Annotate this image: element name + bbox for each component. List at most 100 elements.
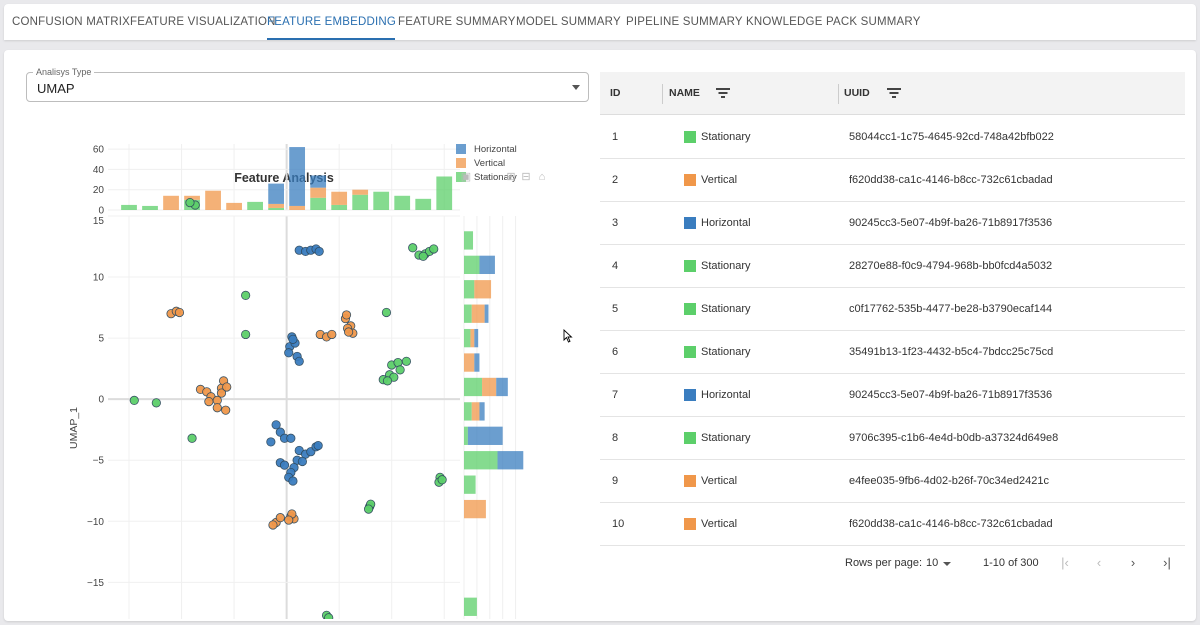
right-hist-bar — [464, 597, 477, 616]
top-hist-bar — [142, 205, 158, 210]
top-hist-bar — [352, 189, 369, 195]
table-row[interactable]: 7 Horizontal 90245cc3-5e07-4b9f-ba26-71b89… — [600, 374, 1185, 417]
rows-per-page-label: Rows per page: — [845, 557, 923, 569]
tab-feature-summary[interactable]: FEATURE SUMMARY — [398, 4, 515, 40]
right-hist-bar — [479, 402, 485, 421]
tab-feature-embedding[interactable]: FEATURE EMBEDDING — [267, 4, 396, 40]
table-row[interactable]: 3 Horizontal 90245cc3-5e07-4b9f-ba26-71b89… — [600, 202, 1185, 245]
tab-knowledge-pack-summary[interactable]: KNOWLEDGE PACK SUMMARY — [746, 4, 920, 40]
scatter-point — [313, 440, 323, 451]
right-hist-bar — [470, 328, 475, 348]
column-header-id[interactable]: ID — [610, 72, 621, 115]
row-name: Vertical — [701, 174, 738, 186]
tab-pipeline-summary[interactable]: PIPELINE SUMMARY — [626, 4, 743, 40]
row-uuid: 9706c395-c1b6-4e4d-b0db-a37324d649e8 — [849, 432, 1059, 444]
row-id: 10 — [612, 518, 625, 530]
row-id: 9 — [612, 475, 619, 487]
top-hist-bar — [310, 197, 327, 210]
scatter-point — [363, 504, 374, 514]
class-color-swatch — [684, 303, 696, 315]
tab-model-summary[interactable]: MODEL SUMMARY — [516, 4, 621, 40]
right-hist-bar — [482, 377, 497, 397]
right-hist-bar — [464, 451, 498, 470]
top-hist-bar — [415, 198, 432, 210]
scatter-point — [294, 356, 304, 366]
top-hist-bar — [352, 194, 369, 210]
row-uuid: f620dd38-ca1c-4146-b8cc-732c61cbadad — [849, 518, 1053, 530]
class-color-swatch — [684, 346, 696, 358]
row-name: Stationary — [701, 346, 751, 358]
filter-icon[interactable] — [887, 88, 901, 99]
right-hist-bar — [464, 304, 472, 323]
top-hist-bar — [121, 204, 137, 210]
scatter-point — [437, 475, 447, 485]
row-name: Vertical — [701, 518, 738, 530]
row-uuid: c0f17762-535b-4477-be28-b3790ecaf144 — [849, 303, 1053, 315]
scatter-point — [241, 290, 251, 300]
filter-icon[interactable] — [716, 88, 730, 99]
scatter-point — [275, 513, 285, 523]
column-separator — [838, 84, 839, 104]
table-row[interactable]: 2 Vertical f620dd38-ca1c-4146-b8cc-732c61c… — [600, 159, 1185, 202]
scatter-point — [288, 476, 298, 486]
table-row[interactable]: 4 Stationary 28270e88-f0c9-4794-968b-bb0fc… — [600, 245, 1185, 288]
scatter-point — [297, 456, 307, 467]
row-uuid: f620dd38-ca1c-4146-b8cc-732c61cbadad — [849, 174, 1053, 186]
caret-down-icon[interactable] — [943, 562, 951, 566]
class-color-swatch — [684, 131, 696, 143]
table-row[interactable]: 8 Stationary 9706c395-c1b6-4e4d-b0db-a3732… — [600, 417, 1185, 460]
y-tick-label: 15 — [93, 216, 105, 227]
zoom-icon[interactable]: ⌕ — [484, 171, 490, 183]
chart-svg[interactable]: Feature Analysis0204060010203040−15−10−5… — [26, 114, 589, 625]
right-hist-bar — [464, 328, 471, 348]
top-hist-tick-label: 60 — [93, 145, 105, 156]
row-uuid: e4fee035-9fb6-4d02-b26f-70c34ed2421c — [849, 475, 1049, 487]
top-hist-bar — [373, 191, 390, 210]
right-hist-bar — [471, 304, 485, 323]
top-hist-tick-label: 0 — [98, 206, 104, 217]
table-row[interactable]: 1 Stationary 58044cc1-1c75-4645-92cd-748a4… — [600, 116, 1185, 159]
scatter-point — [324, 613, 334, 623]
right-hist-bar — [479, 255, 495, 275]
table-row[interactable]: 6 Stationary 35491b13-1f23-4432-b5c4-7bdcc… — [600, 331, 1185, 374]
scatter-point — [204, 397, 214, 407]
top-hist-bar — [310, 175, 327, 188]
row-name: Stationary — [701, 131, 751, 143]
zoom-in-icon[interactable]: ⊞ — [506, 171, 515, 183]
feature-analysis-plot[interactable]: Feature Analysis0204060010203040−15−10−5… — [26, 114, 589, 625]
table-row[interactable]: 5 Stationary c0f17762-535b-4477-be28-b3790… — [600, 288, 1185, 331]
row-uuid: 28270e88-f0c9-4794-968b-bb0fcd4a5032 — [849, 260, 1053, 272]
top-hist-bar — [268, 203, 284, 208]
last-page-icon[interactable]: ›| — [1157, 553, 1177, 573]
camera-icon[interactable]: ▣ — [461, 171, 471, 183]
table-row[interactable]: 10 Vertical f620dd38-ca1c-4146-b8cc-732c61… — [600, 503, 1185, 546]
analysis-type-value: UMAP — [37, 81, 75, 96]
pagination-range: 1-10 of 300 — [983, 557, 1039, 569]
first-page-icon[interactable]: |‹ — [1055, 553, 1075, 573]
row-id: 5 — [612, 303, 619, 315]
tab-feature-visualization[interactable]: FEATURE VISUALIZATION — [130, 4, 275, 40]
scatter-point — [408, 243, 418, 253]
right-hist-bar — [471, 402, 480, 421]
previous-page-icon[interactable]: ‹ — [1089, 553, 1109, 573]
table-row[interactable]: 9 Vertical e4fee035-9fb6-4d02-b26f-70c34ed… — [600, 460, 1185, 503]
column-header-name[interactable]: NAME — [669, 72, 700, 115]
class-color-swatch — [684, 217, 696, 229]
y-tick-label: 0 — [98, 395, 104, 406]
home-icon[interactable]: ⌂ — [539, 171, 546, 183]
tab-confusion-matrix[interactable]: CONFUSION MATRIX — [12, 4, 130, 40]
zoom-out-icon[interactable]: ⊟ — [521, 171, 530, 183]
class-color-swatch — [684, 475, 696, 487]
class-color-swatch — [684, 174, 696, 186]
row-id: 3 — [612, 217, 619, 229]
right-hist-bar — [464, 499, 486, 519]
column-header-uuid[interactable]: UUID — [844, 72, 870, 115]
right-hist-bar — [474, 280, 492, 299]
y-tick-label: −15 — [87, 578, 104, 589]
rows-per-page-select[interactable]: 10 — [926, 557, 938, 569]
content-panel: Analisys Type UMAP Feature Analysis 0 20 40… — [4, 50, 1196, 625]
next-page-icon[interactable]: › — [1123, 553, 1143, 573]
analysis-type-select[interactable]: Analisys Type UMAP — [26, 67, 589, 102]
right-hist-bar — [464, 426, 468, 445]
row-id: 8 — [612, 432, 619, 444]
